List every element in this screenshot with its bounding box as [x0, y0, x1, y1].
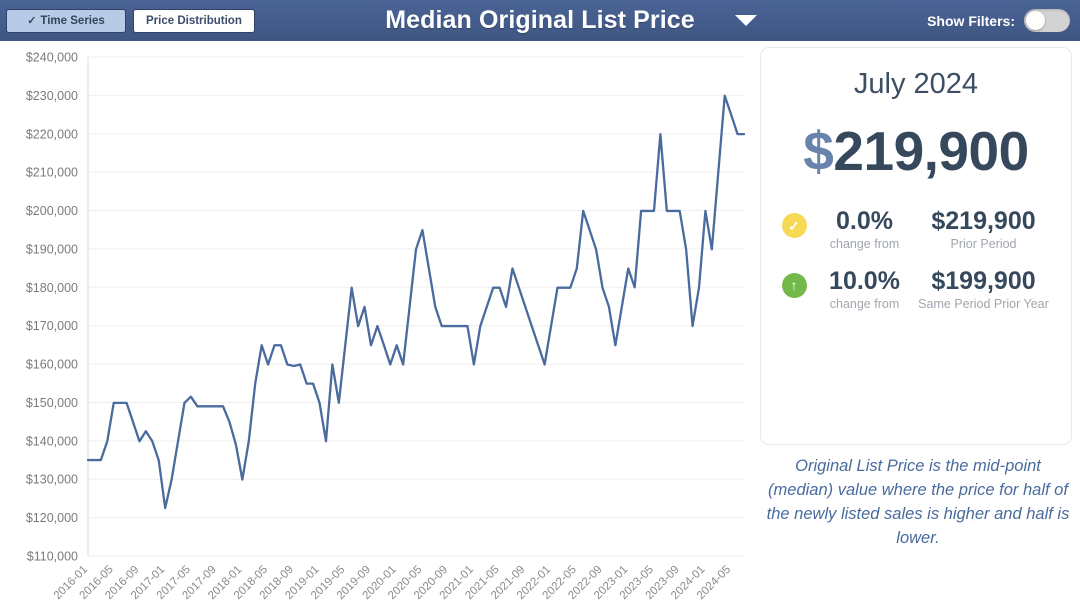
y-axis-tick-label: $170,000	[26, 319, 78, 333]
y-axis-tick-label: $180,000	[26, 281, 78, 295]
stat-amount: $199,900	[931, 267, 1035, 296]
dashboard-app: ✓ Time Series Price Distribution Median …	[0, 0, 1080, 614]
y-axis-tick-label: $120,000	[26, 511, 78, 525]
stat-amount-prior-period: $219,900 Prior Period	[917, 207, 1051, 253]
stat-percent: 0.0%	[836, 207, 893, 236]
stat-percent-caption: change from	[830, 297, 899, 313]
summary-value-number: 219,900	[833, 120, 1028, 182]
stat-amount-caption: Prior Period	[951, 237, 1017, 253]
stat-percent-caption: change from	[830, 237, 899, 253]
stat-amount-prior-year: $199,900 Same Period Prior Year	[917, 267, 1051, 313]
y-axis-tick-label: $140,000	[26, 434, 78, 448]
app-header: ✓ Time Series Price Distribution Median …	[0, 0, 1080, 41]
y-axis-tick-label: $150,000	[26, 396, 78, 410]
check-circle-icon: ✓	[782, 213, 807, 238]
check-icon: ✓	[27, 14, 36, 27]
y-axis-tick-label: $190,000	[26, 242, 78, 256]
y-axis-tick-label: $220,000	[26, 127, 78, 141]
stat-row-prior-year: ↑ 10.0% change from $199,900 Same Period…	[761, 267, 1071, 313]
y-axis-tick-label: $240,000	[26, 51, 78, 65]
y-axis-tick-label: $160,000	[26, 358, 78, 372]
stat-percent: 10.0%	[829, 267, 900, 296]
chart-line-series	[88, 96, 744, 508]
y-axis-tick-label: $210,000	[26, 166, 78, 180]
stat-amount: $219,900	[931, 207, 1035, 236]
show-filters-control: Show Filters:	[927, 0, 1070, 41]
time-series-chart: $240,000 $230,000 $220,000 $210,000 $200,000…	[0, 41, 752, 614]
show-filters-label: Show Filters:	[927, 13, 1015, 29]
tab-price-distribution[interactable]: Price Distribution	[133, 9, 255, 33]
y-axis-tick-label: $110,000	[27, 550, 78, 564]
arrow-up-circle-icon: ↑	[782, 273, 807, 298]
toggle-knob	[1026, 11, 1045, 30]
y-axis-tick-label: $130,000	[26, 473, 78, 487]
y-axis-tick-label: $230,000	[26, 89, 78, 103]
stat-change-prior-year: 10.0% change from	[813, 267, 917, 313]
summary-period: July 2024	[761, 68, 1071, 101]
show-filters-toggle[interactable]	[1024, 9, 1070, 32]
currency-symbol: $	[803, 120, 833, 182]
tab-time-series[interactable]: ✓ Time Series	[6, 9, 126, 33]
tab-time-series-label: Time Series	[40, 15, 104, 27]
summary-value: $219,900	[761, 119, 1071, 183]
tab-price-distribution-label: Price Distribution	[146, 15, 242, 27]
summary-stats: ✓ 0.0% change from $219,900 Prior Period…	[761, 207, 1071, 312]
stat-row-prior-period: ✓ 0.0% change from $219,900 Prior Period	[761, 207, 1071, 253]
stat-amount-caption: Same Period Prior Year	[918, 297, 1049, 313]
chart-svg: $240,000 $230,000 $220,000 $210,000 $200,000…	[0, 41, 752, 614]
metric-description: Original List Price is the mid-point (me…	[762, 455, 1074, 551]
y-axis-tick-label: $200,000	[26, 204, 78, 218]
chevron-down-icon[interactable]	[735, 15, 757, 26]
stat-change-prior-period: 0.0% change from	[813, 207, 917, 253]
summary-panel: July 2024 $219,900 ✓ 0.0% change from $2…	[760, 47, 1072, 445]
view-tab-group: ✓ Time Series Price Distribution	[6, 9, 255, 33]
